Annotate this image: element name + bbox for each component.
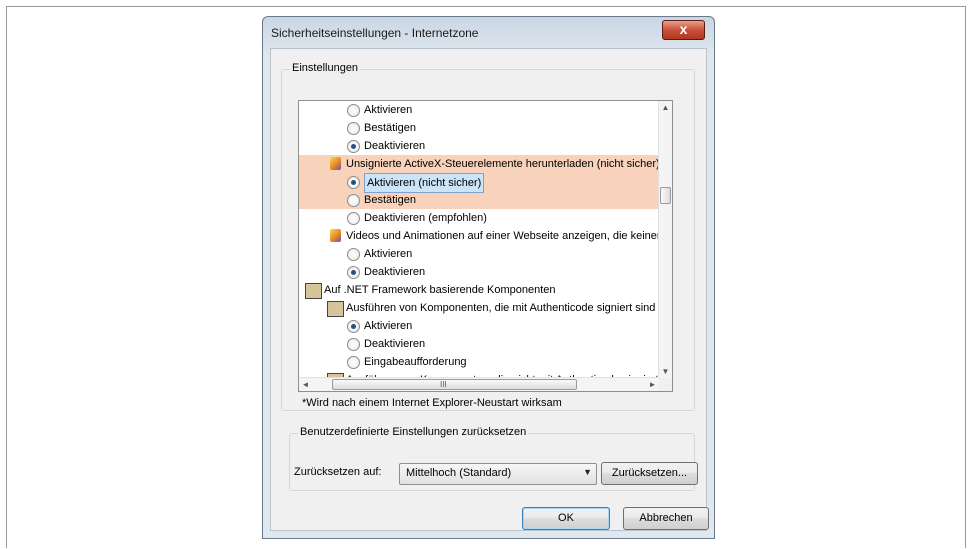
cancel-button[interactable]: Abbrechen [623, 507, 709, 530]
net-component-icon [327, 301, 344, 317]
radio-checked-icon[interactable] [347, 140, 360, 153]
security-settings-dialog: Sicherheitseinstellungen - Internetzone … [262, 16, 715, 539]
radio-option[interactable]: Deaktivieren (empfohlen) [299, 209, 659, 227]
net-component-icon [305, 283, 322, 299]
radio-option[interactable]: Deaktivieren [299, 263, 659, 281]
chevron-down-icon: ▼ [583, 467, 592, 477]
setting-label: Aktivieren [364, 320, 413, 332]
radio-option[interactable]: Deaktivieren [299, 137, 659, 155]
scroll-grip: III [440, 380, 447, 389]
radio-checked-icon[interactable] [347, 320, 360, 333]
scroll-left-arrow[interactable]: ◄ [299, 378, 312, 391]
restart-note: *Wird nach einem Internet Explorer-Neust… [302, 397, 562, 409]
horizontal-scroll-thumb[interactable]: III [332, 379, 577, 390]
dialog-title: Sicherheitseinstellungen - Internetzone [271, 26, 479, 40]
setting-label: Aktivieren [364, 248, 413, 260]
setting-category[interactable]: Auf .NET Framework basierende Komponente… [299, 281, 659, 299]
setting-label: Aktivieren [364, 104, 413, 116]
radio-unchecked-icon[interactable] [347, 248, 360, 261]
scroll-up-arrow[interactable]: ▲ [659, 101, 672, 114]
setting-label: Auf .NET Framework basierende Komponente… [324, 284, 556, 296]
reset-group-label: Benutzerdefinierte Einstellungen zurücks… [298, 426, 529, 438]
radio-option[interactable]: Eingabeaufforderung [299, 353, 659, 371]
radio-checked-icon[interactable] [347, 176, 360, 189]
reset-to-label: Zurücksetzen auf: [294, 466, 382, 478]
reset-button[interactable]: Zurücksetzen... [601, 462, 698, 485]
reset-level-select[interactable]: Mittelhoch (Standard) ▼ [399, 463, 597, 485]
radio-option[interactable]: Aktivieren [299, 245, 659, 263]
radio-option[interactable]: Aktivieren [299, 317, 659, 335]
setting-category[interactable]: Unsignierte ActiveX-Steuerelemente herun… [299, 155, 659, 173]
radio-unchecked-icon[interactable] [347, 104, 360, 117]
ie-security-icon [330, 157, 341, 170]
ie-security-icon [330, 229, 341, 242]
setting-label: Bestätigen [364, 194, 416, 206]
scroll-down-arrow[interactable]: ▼ [659, 365, 672, 378]
setting-label: Deaktivieren [364, 266, 426, 278]
radio-option[interactable]: Bestätigen [299, 191, 659, 209]
radio-option[interactable]: Bestätigen [299, 119, 659, 137]
title-bar[interactable]: Sicherheitseinstellungen - Internetzone … [263, 17, 714, 47]
setting-label: Deaktivieren [364, 338, 426, 350]
setting-category[interactable]: Ausführen von Komponenten, die mit Authe… [299, 299, 659, 317]
radio-option[interactable]: Deaktivieren [299, 335, 659, 353]
settings-group-label: Einstellungen [290, 62, 361, 74]
setting-label: Bestätigen [364, 122, 416, 134]
radio-unchecked-icon[interactable] [347, 122, 360, 135]
close-button[interactable]: x [662, 20, 705, 40]
vertical-scroll-thumb[interactable] [660, 187, 671, 204]
dialog-client-area: Einstellungen Aktivieren Bestätigen Deakti… [270, 48, 709, 531]
settings-tree-list[interactable]: Aktivieren Bestätigen Deaktivieren Unsignie… [298, 100, 673, 392]
radio-unchecked-icon[interactable] [347, 338, 360, 351]
radio-option[interactable]: Aktivieren (nicht sicher) [299, 173, 659, 193]
horizontal-scrollbar[interactable]: ◄ III ► [299, 377, 659, 391]
radio-unchecked-icon[interactable] [347, 212, 360, 225]
scroll-right-arrow[interactable]: ► [646, 378, 659, 391]
settings-tree-rows: Aktivieren Bestätigen Deaktivieren Unsignie… [299, 101, 659, 378]
setting-label: Ausführen von Komponenten, die mit Authe… [346, 302, 656, 314]
radio-unchecked-icon[interactable] [347, 194, 360, 207]
radio-option[interactable]: Aktivieren [299, 101, 659, 119]
setting-label: Deaktivieren [364, 140, 426, 152]
setting-category[interactable]: Videos und Animationen auf einer Webseit… [299, 227, 659, 245]
setting-label: Aktivieren (nicht sicher) [364, 173, 485, 193]
radio-unchecked-icon[interactable] [347, 356, 360, 369]
radio-checked-icon[interactable] [347, 266, 360, 279]
reset-level-value: Mittelhoch (Standard) [406, 467, 512, 479]
vertical-scrollbar[interactable]: ▲ ▼ [658, 101, 672, 378]
setting-label: Unsignierte ActiveX-Steuerelemente herun… [346, 158, 659, 170]
setting-label: Eingabeaufforderung [364, 356, 467, 368]
ok-button[interactable]: OK [522, 507, 610, 530]
scrollbar-corner [659, 378, 672, 391]
setting-label: Deaktivieren (empfohlen) [364, 212, 487, 224]
setting-label: Videos und Animationen auf einer Webseit… [346, 230, 659, 242]
